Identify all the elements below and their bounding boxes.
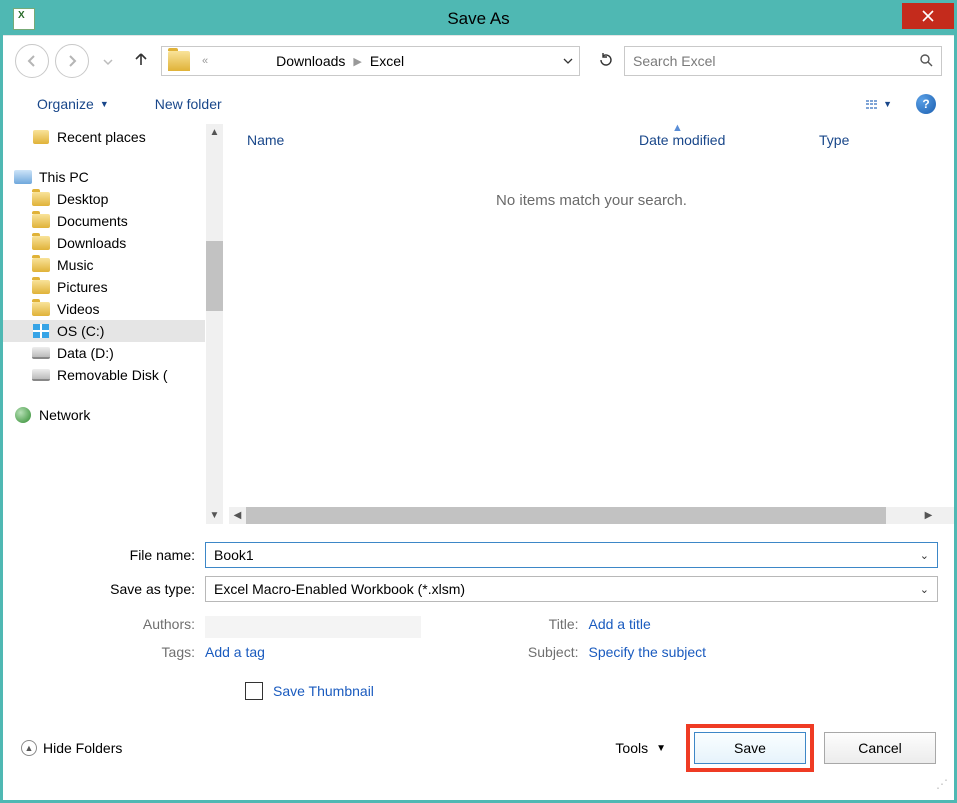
subject-label: Subject: <box>479 644 589 660</box>
authors-label: Authors: <box>19 616 205 638</box>
toolbar: Organize▼ New folder ▼ ? <box>3 86 954 124</box>
filename-input[interactable]: Book1 ⌄ <box>205 542 938 568</box>
chevron-right-icon: ▶ <box>347 55 367 68</box>
new-folder-button[interactable]: New folder <box>147 90 230 118</box>
forward-button[interactable] <box>55 44 89 78</box>
title-field[interactable]: Add a title <box>589 616 651 638</box>
dialog-footer: ▲ Hide Folders Tools▼ Save Cancel <box>3 700 954 786</box>
view-options-button[interactable]: ▼ <box>860 94 898 114</box>
tree-pictures[interactable]: Pictures <box>3 276 205 298</box>
up-button[interactable] <box>125 51 157 72</box>
window-title: Save As <box>3 9 954 29</box>
column-date[interactable]: Date modified <box>639 132 819 148</box>
tree-recent-places[interactable]: Recent places <box>3 126 205 148</box>
save-type-select[interactable]: Excel Macro-Enabled Workbook (*.xlsm) ⌄ <box>205 576 938 602</box>
tools-menu[interactable]: Tools▼ <box>615 740 666 756</box>
search-input[interactable]: Search Excel <box>624 46 942 76</box>
authors-field[interactable] <box>205 616 421 638</box>
hscroll-thumb[interactable] <box>246 507 886 524</box>
tree-data-d[interactable]: Data (D:) <box>3 342 205 364</box>
tree-removable[interactable]: Removable Disk ( <box>3 364 205 386</box>
breadcrumb-seg-2[interactable]: Excel <box>368 53 406 69</box>
chevron-left-icon: « <box>196 55 214 67</box>
resize-grip[interactable]: ⋰ <box>936 782 948 794</box>
tags-field[interactable]: Add a tag <box>205 644 265 660</box>
subject-field[interactable]: Specify the subject <box>589 644 707 660</box>
organize-button[interactable]: Organize▼ <box>29 90 117 118</box>
breadcrumb[interactable]: « Downloads ▶ Excel <box>161 46 580 76</box>
scroll-up-icon[interactable]: ▲ <box>206 124 223 141</box>
tree-downloads[interactable]: Downloads <box>3 232 205 254</box>
tags-label: Tags: <box>19 644 205 660</box>
tree-os-c[interactable]: OS (C:) <box>3 320 205 342</box>
search-placeholder: Search Excel <box>633 53 715 69</box>
sort-indicator-icon: ▲ <box>672 122 683 134</box>
tree-scrollbar[interactable]: ▲ ▼ <box>206 124 223 524</box>
close-button[interactable] <box>902 3 954 29</box>
column-type[interactable]: Type <box>819 132 869 148</box>
save-button[interactable]: Save <box>694 732 806 764</box>
title-bar: Save As <box>3 3 954 35</box>
refresh-button[interactable] <box>588 52 624 71</box>
empty-message: No items match your search. <box>229 156 954 209</box>
horizontal-scrollbar[interactable]: ◀ ▶ <box>229 507 954 524</box>
tree-this-pc[interactable]: This PC <box>3 166 205 188</box>
filename-label: File name: <box>19 547 205 563</box>
scroll-down-icon[interactable]: ▼ <box>206 507 223 524</box>
chevron-down-icon[interactable]: ⌄ <box>920 583 929 596</box>
cancel-button[interactable]: Cancel <box>824 732 936 764</box>
folder-icon <box>168 51 190 71</box>
save-form: File name: Book1 ⌄ Save as type: Excel M… <box>3 524 954 700</box>
breadcrumb-seg-1[interactable]: Downloads <box>274 53 347 69</box>
search-icon <box>919 53 933 70</box>
tree-desktop[interactable]: Desktop <box>3 188 205 210</box>
nav-row: « Downloads ▶ Excel Search Excel <box>3 36 954 86</box>
help-button[interactable]: ? <box>916 94 936 114</box>
tree-network[interactable]: Network <box>3 404 205 426</box>
scroll-left-icon[interactable]: ◀ <box>229 507 246 524</box>
tree-documents[interactable]: Documents <box>3 210 205 232</box>
scroll-thumb[interactable] <box>206 241 223 311</box>
tree-videos[interactable]: Videos <box>3 298 205 320</box>
collapse-icon: ▲ <box>21 740 37 756</box>
back-button[interactable] <box>15 44 49 78</box>
hide-folders-button[interactable]: ▲ Hide Folders <box>21 740 122 756</box>
recent-locations-dropdown[interactable] <box>95 51 121 72</box>
column-name[interactable]: Name <box>247 132 639 148</box>
path-dropdown[interactable] <box>557 53 579 69</box>
save-thumbnail-checkbox[interactable] <box>245 682 263 700</box>
file-list: ▲ Name Date modified Type No items match… <box>223 124 954 524</box>
nav-tree: Recent places This PC Desktop Documents … <box>3 124 223 524</box>
title-label: Title: <box>479 616 589 638</box>
scroll-right-icon[interactable]: ▶ <box>920 507 937 524</box>
save-highlight: Save <box>686 724 814 772</box>
save-type-label: Save as type: <box>19 581 205 597</box>
tree-music[interactable]: Music <box>3 254 205 276</box>
chevron-down-icon[interactable]: ⌄ <box>920 549 929 562</box>
save-thumbnail-label: Save Thumbnail <box>273 683 374 699</box>
